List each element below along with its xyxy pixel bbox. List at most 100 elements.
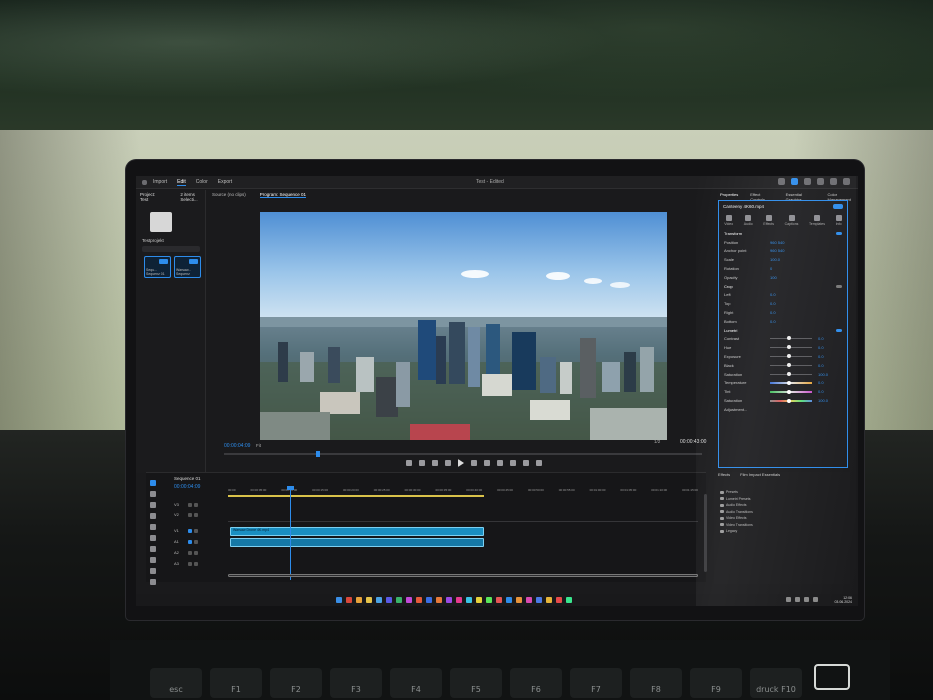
mute-icon[interactable] [194, 539, 198, 544]
prop-value[interactable]: 0.0 [818, 345, 842, 350]
go-to-in-icon[interactable] [432, 460, 438, 466]
prop-value[interactable]: 960 540 [770, 248, 794, 253]
folder-app-icon[interactable] [366, 597, 372, 603]
pen-tool-icon[interactable] [150, 535, 156, 541]
ripple-edit-tool-icon[interactable] [150, 502, 156, 508]
key-f9[interactable]: F9 [690, 668, 742, 698]
mute-icon[interactable] [194, 550, 198, 555]
lock-icon[interactable] [188, 550, 192, 555]
effects-folder-legacy[interactable]: Legacy [720, 529, 753, 533]
prop-scale[interactable]: Scale 100.0 [719, 255, 847, 264]
slider-knob[interactable] [786, 336, 791, 341]
slider-knob[interactable] [786, 354, 791, 359]
slider-knob[interactable] [786, 380, 791, 385]
slider-knob[interactable] [786, 389, 791, 394]
tab-audio[interactable]: Audio [744, 215, 753, 226]
prop-value[interactable]: 100.0 [818, 372, 842, 377]
menu-import[interactable]: Import [153, 179, 167, 185]
key-f6[interactable]: F6 [510, 668, 562, 698]
section-toggle[interactable] [836, 231, 842, 235]
section-toggle[interactable] [836, 284, 842, 288]
lock-icon[interactable] [188, 561, 192, 566]
prop-crop-left[interactable]: Left 0.0 [719, 291, 847, 300]
slider-knob[interactable] [786, 362, 791, 367]
prop-value[interactable]: 0.0 [818, 354, 842, 359]
video-clip[interactable]: Warsaw Drone 4K.mp4 [230, 527, 484, 536]
share-icon[interactable] [791, 178, 798, 185]
mark-in-icon[interactable] [406, 460, 412, 466]
export-frame-icon[interactable] [523, 460, 529, 466]
app-icon[interactable] [486, 597, 492, 603]
key-f4[interactable]: F4 [390, 668, 442, 698]
prop-value[interactable]: 100.0 [770, 257, 794, 262]
lock-icon[interactable] [188, 512, 192, 517]
tab-program[interactable]: Program: Sequence 01 [259, 192, 307, 198]
hand-tool-icon[interactable] [150, 557, 156, 563]
step-back-icon[interactable] [445, 460, 451, 466]
timeline-ruler[interactable]: 00:00 00:00:05:00 00:00:10:00 00:00:15:0… [228, 488, 698, 494]
type-tool-icon[interactable] [150, 568, 156, 574]
app-icon[interactable] [406, 597, 412, 603]
section-toggle[interactable] [836, 328, 842, 332]
app-icon[interactable] [396, 597, 402, 603]
source-patch-icon[interactable] [188, 539, 192, 544]
project-clip-footage[interactable]: Warsaw... Sequenz [174, 256, 201, 278]
app-icon[interactable] [466, 597, 472, 603]
mute-icon[interactable] [194, 561, 198, 566]
menu-color[interactable]: Color [196, 179, 208, 185]
key-f7[interactable]: F7 [570, 668, 622, 698]
effects-folder-video-transitions[interactable]: Video Transitions [720, 523, 753, 527]
app-icon[interactable] [386, 597, 392, 603]
program-monitor-video[interactable] [260, 212, 667, 440]
prop-opacity[interactable]: Opacity 100 [719, 273, 847, 282]
app-icon[interactable] [536, 597, 542, 603]
app-icon[interactable] [526, 597, 532, 603]
tab-effects-panel[interactable]: Effects [718, 472, 730, 477]
prop-crop-top[interactable]: Top 0.0 [719, 299, 847, 308]
prop-crop-right[interactable]: Right 0.0 [719, 308, 847, 317]
prop-value[interactable]: 0.0 [770, 292, 794, 297]
prop-rotation[interactable]: Rotation 0 [719, 264, 847, 273]
menu-export[interactable]: Export [218, 179, 232, 185]
project-thumbnail[interactable] [150, 212, 172, 232]
close-icon[interactable] [843, 178, 850, 185]
resolution-select[interactable]: 1/2 [654, 439, 660, 444]
minimize-icon[interactable] [817, 178, 824, 185]
tint-slider[interactable] [770, 389, 812, 394]
prop-value[interactable]: 100 [770, 275, 794, 280]
slip-tool-icon[interactable] [150, 524, 156, 530]
eye-icon[interactable] [194, 512, 198, 517]
key-f2[interactable]: F2 [270, 668, 322, 698]
prop-value[interactable]: 100.0 [818, 398, 842, 403]
step-forward-icon[interactable] [471, 460, 477, 466]
tab-captions[interactable]: Captions [785, 215, 798, 226]
app-icon[interactable] [546, 597, 552, 603]
battery-icon[interactable] [813, 597, 818, 602]
hue-slider[interactable] [770, 345, 812, 350]
app-icon[interactable] [346, 597, 352, 603]
audio-clip[interactable] [230, 538, 484, 547]
notifications-icon[interactable] [804, 178, 811, 185]
timeline-playhead[interactable] [290, 488, 291, 580]
prop-value[interactable]: 0.0 [818, 336, 842, 341]
prop-value[interactable]: 0 [770, 266, 794, 271]
app-icon[interactable] [566, 597, 572, 603]
prop-saturation[interactable]: Saturation 100.0 [719, 370, 847, 379]
tab-video[interactable]: Video [724, 215, 733, 226]
mark-out-icon[interactable] [419, 460, 425, 466]
app-icon[interactable] [376, 597, 382, 603]
program-scrubber[interactable] [224, 453, 702, 455]
bin-name[interactable]: Testprojekt [142, 238, 164, 243]
track-select-tool-icon[interactable] [150, 491, 156, 497]
project-tab[interactable]: Project: Test [140, 192, 158, 202]
temperature-slider[interactable] [770, 380, 812, 385]
tab-info[interactable]: Info [835, 215, 842, 226]
effects-folder-lumetri-presets[interactable]: Lumetri Presets [720, 497, 753, 501]
zoom-tool-icon[interactable] [150, 579, 156, 585]
chevron-up-icon[interactable] [786, 597, 791, 602]
work-area-bar[interactable] [228, 495, 484, 497]
saturation-slider-2[interactable] [770, 398, 812, 403]
prop-value[interactable]: 0.0 [818, 363, 842, 368]
key-f5[interactable]: F5 [450, 668, 502, 698]
app-icon[interactable] [426, 597, 432, 603]
